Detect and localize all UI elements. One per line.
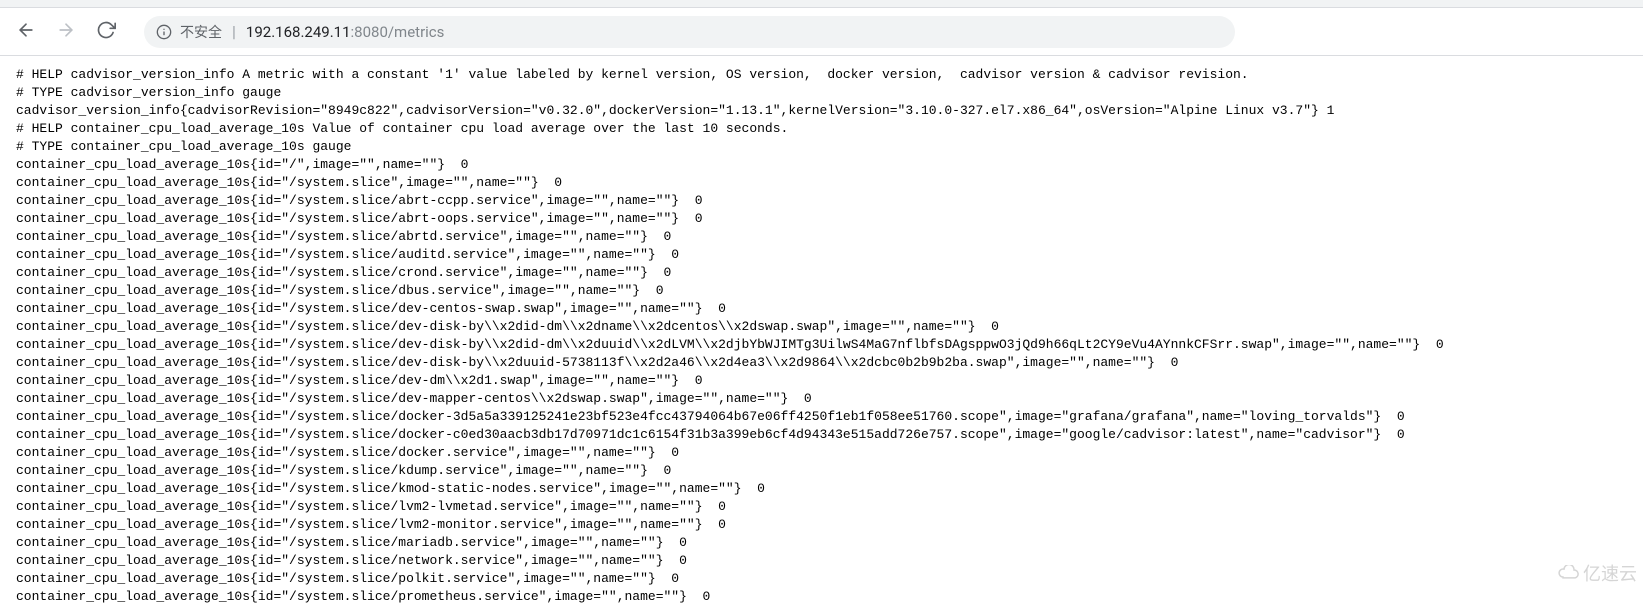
tab-strip-edge (0, 0, 1643, 8)
back-button[interactable] (8, 14, 44, 50)
url-host: 192.168.249.11 (246, 23, 351, 41)
metrics-output: # HELP cadvisor_version_info A metric wi… (0, 56, 1643, 616)
arrow-left-icon (16, 20, 36, 43)
reload-icon (96, 20, 116, 43)
watermark: 亿速云 (1557, 560, 1637, 586)
arrow-right-icon (56, 20, 76, 43)
url-path: :8080/metrics (351, 23, 445, 41)
url-text: 192.168.249.11:8080/metrics (246, 22, 445, 41)
reload-button[interactable] (88, 14, 124, 50)
watermark-text: 亿速云 (1583, 560, 1637, 586)
cloud-icon (1557, 563, 1581, 584)
browser-toolbar: 不安全 | 192.168.249.11:8080/metrics (0, 8, 1643, 56)
address-bar[interactable]: 不安全 | 192.168.249.11:8080/metrics (144, 16, 1235, 48)
info-icon[interactable] (156, 24, 172, 40)
forward-button[interactable] (48, 14, 84, 50)
security-status-text: 不安全 (180, 22, 222, 42)
address-divider: | (232, 22, 236, 41)
